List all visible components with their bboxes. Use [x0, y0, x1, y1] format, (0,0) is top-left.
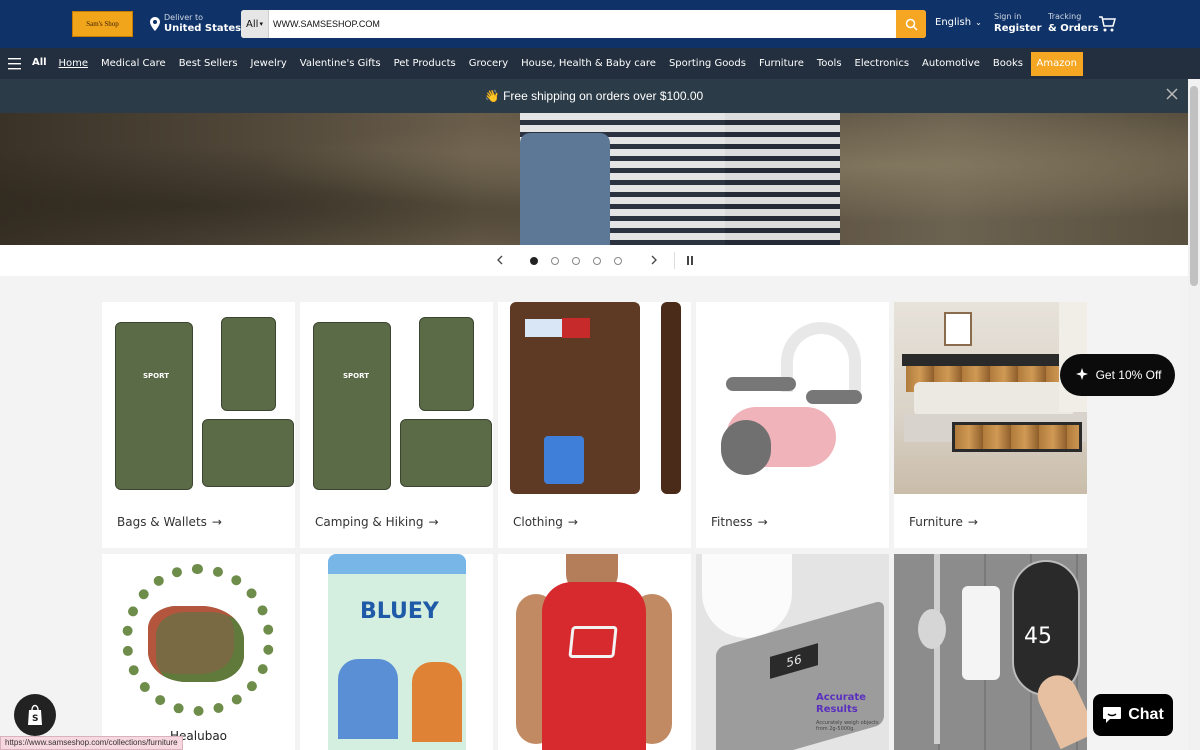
sparkle-icon	[1075, 368, 1088, 380]
shopify-badge-button[interactable]: S	[14, 694, 56, 736]
chevron-down-icon: ⌄	[975, 18, 982, 27]
bottle-brand-text: BLUEY	[360, 599, 439, 624]
deliver-country: United States	[164, 23, 242, 34]
category-label: Bags & Wallets	[117, 515, 207, 529]
search-bar: All ▾	[241, 10, 926, 38]
nav-item-furniture[interactable]: Furniture	[752, 58, 810, 69]
category-image: 45	[894, 554, 1087, 750]
arrow-right-icon: →	[567, 515, 578, 529]
nav-item-house-health-baby[interactable]: House, Health & Baby care	[515, 58, 663, 69]
language-selector[interactable]: English ⌄	[935, 17, 982, 28]
category-card-healubao[interactable]: Healubao	[102, 554, 295, 750]
chevron-right-icon[interactable]	[648, 254, 660, 266]
nav-all-button[interactable]: All	[32, 57, 47, 68]
chat-button[interactable]: Chat	[1093, 694, 1173, 736]
status-bar-url: https://www.samseshop.com/collections/fu…	[0, 736, 183, 750]
nav-item-best-sellers[interactable]: Best Sellers	[172, 58, 244, 69]
nav-item-amazon[interactable]: Amazon	[1030, 51, 1083, 76]
arrow-right-icon: →	[967, 515, 978, 529]
category-card-bags-wallets[interactable]: SPORT Bags & Wallets →	[102, 302, 295, 548]
scale-caption-title: Accurate Results	[816, 692, 866, 715]
announcement-bar: 👋 Free shipping on orders over $100.00	[0, 79, 1188, 113]
nav-item-automotive[interactable]: Automotive	[916, 58, 987, 69]
category-card-bottle[interactable]: BLUEY	[300, 554, 493, 750]
search-scope-select[interactable]: All ▾	[241, 10, 269, 38]
cart-icon[interactable]	[1098, 15, 1116, 33]
svg-text:S: S	[32, 714, 38, 724]
deliver-to-location[interactable]: Deliver to United States	[150, 13, 241, 35]
get-discount-button[interactable]: Get 10% Off	[1060, 354, 1175, 396]
carousel-dot-2[interactable]	[551, 257, 559, 265]
category-image	[498, 554, 691, 750]
location-pin-icon	[150, 17, 160, 31]
category-image: SPORT	[300, 302, 493, 494]
search-icon	[905, 18, 918, 31]
category-card-fitness[interactable]: Fitness →	[696, 302, 889, 548]
category-label: Clothing	[513, 515, 563, 529]
close-icon[interactable]	[1166, 88, 1178, 100]
nav-item-pet-products[interactable]: Pet Products	[387, 58, 462, 69]
carousel-controls	[0, 245, 1188, 276]
category-card-water-heater[interactable]: 45	[894, 554, 1087, 750]
category-image	[696, 302, 889, 494]
announcement-text: 👋 Free shipping on orders over $100.00	[484, 89, 704, 103]
category-card-clothing[interactable]: Clothing →	[498, 302, 691, 548]
heater-display: 45	[1024, 624, 1052, 649]
arrow-right-icon: →	[428, 515, 439, 529]
carousel-dot-5[interactable]	[614, 257, 622, 265]
tracking-orders-link[interactable]: Tracking & Orders	[1048, 12, 1098, 35]
hero-person-right	[725, 113, 840, 245]
site-logo[interactable]: Sam's Shop	[72, 11, 133, 37]
category-image: SPORT	[102, 302, 295, 494]
category-image	[894, 302, 1087, 494]
category-image: BLUEY	[300, 554, 493, 750]
category-image: Healubao	[102, 554, 295, 750]
category-image: 56 Accurate Results Accurately weigh obj…	[696, 554, 889, 750]
category-card-tank-top[interactable]	[498, 554, 691, 750]
nav-item-medical-care[interactable]: Medical Care	[95, 58, 173, 69]
nav-item-jewelry[interactable]: Jewelry	[244, 58, 293, 69]
nav-item-books[interactable]: Books	[986, 58, 1029, 69]
category-label: Fitness	[711, 515, 753, 529]
deliver-small-text: Deliver to	[164, 13, 204, 22]
search-button[interactable]	[896, 10, 926, 38]
nav-item-valentines-gifts[interactable]: Valentine's Gifts	[293, 58, 387, 69]
category-label: Camping & Hiking	[315, 515, 424, 529]
category-card-kitchen-scale[interactable]: 56 Accurate Results Accurately weigh obj…	[696, 554, 889, 750]
nav-item-sporting-goods[interactable]: Sporting Goods	[662, 58, 752, 69]
nav-item-tools[interactable]: Tools	[810, 58, 848, 69]
scale-caption-sub: Accurately weigh objects from 2g-5000g.	[816, 720, 879, 732]
category-card-camping-hiking[interactable]: SPORT Camping & Hiking →	[300, 302, 493, 548]
category-card-furniture[interactable]: Furniture →	[894, 302, 1087, 548]
nav-item-grocery[interactable]: Grocery	[462, 58, 514, 69]
chat-bubble-icon	[1103, 707, 1122, 723]
category-nav: All Home Medical Care Best Sellers Jewel…	[0, 48, 1200, 79]
pause-icon[interactable]	[685, 255, 695, 266]
carousel-dot-3[interactable]	[572, 257, 580, 265]
nav-item-home[interactable]: Home	[52, 58, 95, 69]
search-input[interactable]	[269, 10, 896, 38]
chevron-left-icon[interactable]	[494, 254, 506, 266]
hero-banner-image[interactable]	[0, 113, 1188, 245]
category-label: Furniture	[909, 515, 963, 529]
hero-overalls	[520, 133, 610, 245]
scrollbar-thumb[interactable]	[1190, 86, 1198, 286]
shopify-bag-icon: S	[28, 704, 42, 725]
arrow-right-icon: →	[757, 515, 768, 529]
chevron-down-icon: ▾	[259, 20, 263, 28]
category-image	[498, 302, 691, 494]
hamburger-menu-icon[interactable]	[8, 57, 21, 70]
sign-in-link[interactable]: Sign in Register	[994, 12, 1042, 35]
nav-item-electronics[interactable]: Electronics	[848, 58, 916, 69]
carousel-dot-1[interactable]	[530, 257, 538, 265]
top-header: Sam's Shop Deliver to United States All ▾…	[0, 0, 1200, 48]
carousel-dot-4[interactable]	[593, 257, 601, 265]
arrow-right-icon: →	[211, 515, 222, 529]
